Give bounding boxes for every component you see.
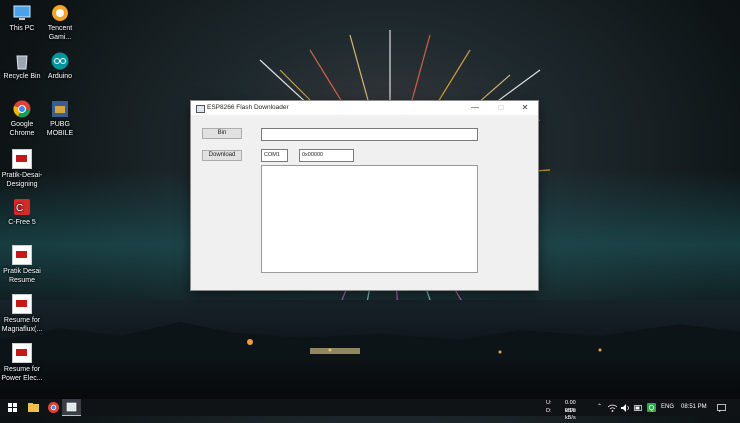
- start-button[interactable]: [4, 399, 23, 416]
- bin-button[interactable]: Bin: [202, 128, 242, 139]
- quickheal-icon[interactable]: Q: [647, 403, 656, 420]
- pubg-icon: [51, 100, 69, 118]
- desktop-icon-pdf-power[interactable]: Resume for Power Elec...: [0, 343, 44, 383]
- desktop-icon-label: Pratik Desai Resume: [3, 268, 41, 284]
- desktop-icon-label: C-Free 5: [8, 219, 36, 226]
- desktop-icon-pdf-magnaflux[interactable]: Resume for Magnaflux(...: [0, 294, 44, 334]
- wallpaper-mountains: [0, 322, 740, 360]
- svg-text:Q: Q: [649, 405, 655, 412]
- address-field[interactable]: 0x00000: [299, 149, 354, 162]
- clock[interactable]: 08:51 PM: [681, 399, 707, 416]
- download-speed: 0.00 kB/s: [565, 407, 576, 422]
- tencent-gaming-icon: [51, 4, 69, 22]
- desktop-icon-label: Google Chrome: [9, 121, 35, 137]
- pdf-icon: [12, 294, 32, 314]
- taskbar-file-explorer[interactable]: [24, 399, 43, 416]
- window-title: ESP8266 Flash Downloader: [207, 104, 289, 111]
- download-button[interactable]: Download: [202, 150, 242, 161]
- desktop-icon-cfree[interactable]: C C-Free 5: [0, 198, 44, 228]
- pdf-icon: [12, 343, 32, 363]
- desktop-icon-label: Resume for Power Elec...: [1, 366, 43, 382]
- close-button[interactable]: ✕: [513, 101, 537, 115]
- desktop-icon-label: PUBG MOBILE: [46, 121, 74, 137]
- arduino-icon: [51, 52, 69, 70]
- bin-path-field[interactable]: [261, 128, 478, 141]
- app-window-icon: [196, 105, 205, 113]
- desktop-icon-label: Tencent Gami...: [47, 25, 73, 41]
- chrome-icon: [13, 100, 31, 118]
- desktop-icon-label: This PC: [9, 25, 35, 32]
- folder-icon: [28, 403, 39, 412]
- pdf-icon: [12, 149, 32, 169]
- computer-icon: [13, 4, 31, 22]
- log-output-area[interactable]: [261, 165, 478, 273]
- taskbar: U: 0.00 kB/s D: 0.00 kB/s ⌃ Q ENG 08:51 …: [0, 399, 740, 421]
- taskbar-chrome[interactable]: [44, 399, 63, 416]
- app-window-icon: [66, 402, 77, 412]
- cfree-icon: C: [13, 198, 31, 216]
- desktop-icon-label: Arduino: [47, 73, 73, 80]
- desktop-icon-arduino[interactable]: Arduino: [38, 52, 82, 82]
- show-hidden-icons-chevron-icon[interactable]: ⌃: [597, 399, 602, 416]
- desktop-icon-tencent[interactable]: Tencent Gami...: [38, 4, 82, 42]
- upload-label: U:: [546, 400, 552, 406]
- desktop-icon-label: Recycle Bin: [3, 73, 41, 80]
- download-label: D:: [546, 407, 552, 414]
- svg-text:C: C: [16, 203, 23, 214]
- battery-icon[interactable]: [634, 404, 643, 421]
- desktop-icon-label: Pratik-Desai-Designing: [1, 172, 43, 188]
- desktop-icon-pdf-resume[interactable]: Pratik Desai Resume: [0, 245, 44, 285]
- volume-icon[interactable]: [621, 404, 630, 421]
- desktop-icon-label: Resume for Magnaflux(...: [1, 317, 43, 333]
- language-indicator[interactable]: ENG: [661, 399, 674, 416]
- minimize-button[interactable]: —: [463, 101, 487, 115]
- com-port-field[interactable]: COM1: [261, 149, 288, 162]
- action-center-icon[interactable]: [717, 404, 726, 421]
- chrome-icon: [48, 402, 59, 413]
- network-speed-meter: U: 0.00 kB/s D: 0.00 kB/s: [546, 400, 576, 421]
- recycle-bin-icon: [13, 52, 31, 70]
- window-titlebar[interactable]: ESP8266 Flash Downloader — □ ✕: [191, 101, 538, 115]
- pdf-icon: [12, 245, 32, 265]
- maximize-button[interactable]: □: [489, 101, 513, 115]
- esp8266-flash-window: ESP8266 Flash Downloader — □ ✕ Bin Downl…: [190, 100, 539, 291]
- desktop-icon-pubg[interactable]: PUBG MOBILE: [38, 100, 82, 138]
- taskbar-flash-downloader[interactable]: [62, 399, 81, 416]
- wifi-icon[interactable]: [608, 404, 617, 421]
- desktop-icon-pdf-designing[interactable]: Pratik-Desai-Designing: [0, 149, 44, 189]
